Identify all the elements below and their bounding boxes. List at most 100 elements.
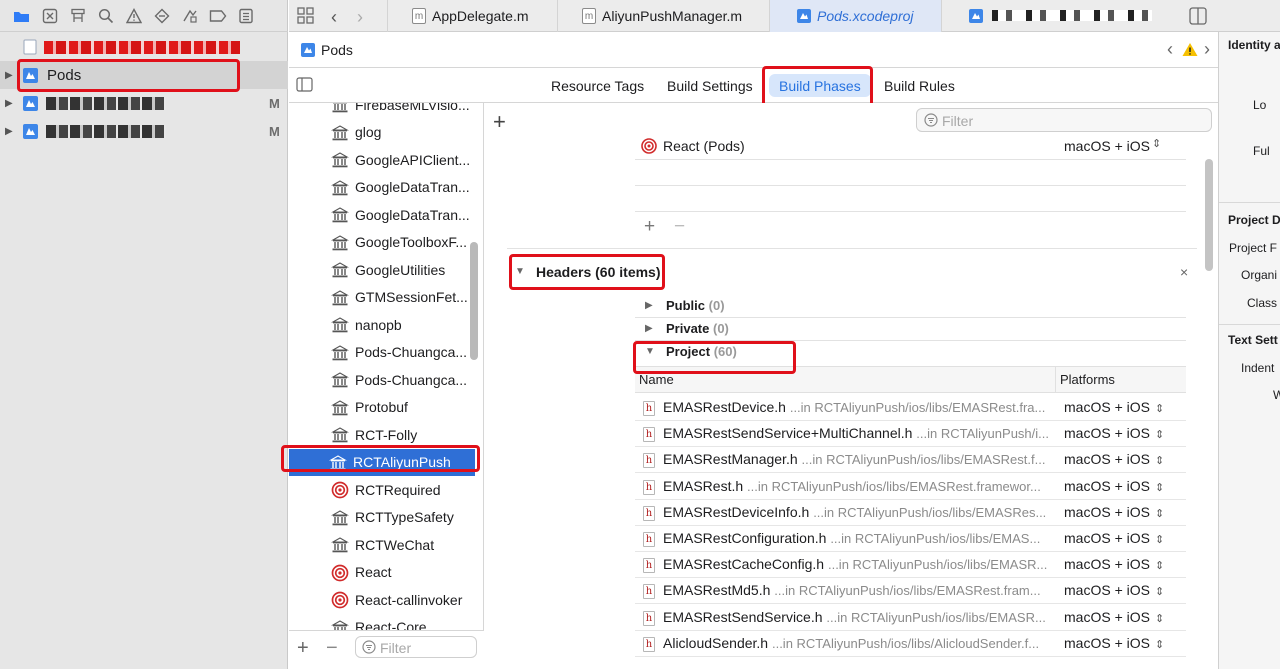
tab-build-rules[interactable]: Build Rules	[874, 74, 965, 97]
hide-targets-icon[interactable]	[296, 77, 313, 92]
report-icon[interactable]	[236, 6, 255, 25]
platform-stepper-icon[interactable]: ⇕	[1155, 508, 1164, 520]
platform-stepper-icon[interactable]: ⇕	[1155, 403, 1164, 415]
warning-icon[interactable]	[1182, 42, 1198, 57]
close-icon[interactable]: ×	[1180, 264, 1188, 280]
header-file-row[interactable]: h EMASRestSendService+MultiChannel.h ...i…	[635, 421, 1186, 448]
search-icon[interactable]	[96, 6, 115, 25]
phases-scrollbar[interactable]	[1205, 159, 1213, 271]
tab-build-phases[interactable]: Build Phases	[769, 74, 871, 97]
header-file-row[interactable]: h EMASRestDeviceInfo.h ...in RCTAliyunPus…	[635, 500, 1186, 526]
header-file-platforms[interactable]: macOS + iOS ⇕	[1064, 556, 1164, 572]
header-file-platforms[interactable]: macOS + iOS ⇕	[1064, 451, 1164, 467]
jump-bar-project[interactable]: Pods	[321, 42, 353, 58]
header-file-row[interactable]: h AlicloudSender.h ...in RCTAliyunPush/io…	[635, 631, 1186, 657]
target-row[interactable]: FirebaseMLVisio...	[289, 103, 483, 118]
targets-filter-field[interactable]: Filter	[355, 636, 477, 658]
disclosure-triangle-icon[interactable]: ▼	[645, 346, 655, 357]
tab-build-settings[interactable]: Build Settings	[657, 74, 763, 97]
target-row[interactable]: Pods-Chuangca...	[289, 366, 483, 393]
column-name[interactable]: Name	[639, 372, 674, 387]
header-file-row[interactable]: h EMASRestMd5.h ...in RCTAliyunPush/ios/l…	[635, 578, 1186, 605]
target-row[interactable]: Pods-Chuangca...	[289, 339, 483, 366]
forward-chevron-icon[interactable]: ›	[357, 7, 363, 28]
target-row[interactable]: GTMSessionFet...	[289, 284, 483, 311]
target-row[interactable]: React	[289, 559, 483, 586]
tab-aliyunpushmanager[interactable]: m AliyunPushManager.m	[557, 0, 769, 32]
column-platforms[interactable]: Platforms	[1060, 372, 1115, 387]
disclosure-triangle-icon[interactable]: ▶	[645, 300, 653, 311]
navigator-row-pods[interactable]: ▶ Pods	[0, 61, 288, 89]
tab-appdelegate[interactable]: m AppDelegate.m	[387, 0, 557, 32]
header-file-row[interactable]: h EMASRest.h ...in RCTAliyunPush/ios/libs…	[635, 474, 1186, 500]
add-target-icon[interactable]: +	[297, 637, 309, 660]
target-row[interactable]: RCTWeChat	[289, 531, 483, 558]
target-row[interactable]: glog	[289, 119, 483, 146]
add-dependency-icon[interactable]: +	[644, 216, 655, 238]
folder-icon[interactable]	[12, 6, 31, 25]
back-chevron-icon[interactable]: ‹	[331, 7, 337, 28]
header-file-platforms[interactable]: macOS + iOS ⇕	[1064, 530, 1164, 546]
target-row[interactable]: RCTRequired	[289, 476, 483, 503]
platform-stepper-icon[interactable]: ⇕	[1155, 534, 1164, 546]
platform-stepper-icon[interactable]: ⇕	[1152, 137, 1161, 150]
breakpoint-icon[interactable]	[208, 6, 227, 25]
platform-stepper-icon[interactable]: ⇕	[1155, 455, 1164, 467]
platform-stepper-icon[interactable]: ⇕	[1155, 586, 1164, 598]
next-issue-icon[interactable]: ›	[1204, 39, 1210, 60]
target-row[interactable]: GoogleUtilities	[289, 256, 483, 283]
tab-pods-xcodeproj[interactable]: Pods.xcodeproj	[769, 0, 941, 32]
header-file-row[interactable]: h EMASRestConfiguration.h ...in RCTAliyun…	[635, 526, 1186, 552]
disclosure-triangle-icon[interactable]: ▼	[515, 266, 525, 277]
navigator-row-project[interactable]: ▶ M	[0, 89, 288, 117]
remove-target-icon[interactable]: −	[326, 637, 338, 660]
header-file-row[interactable]: h EMASRestDevice.h ...in RCTAliyunPush/io…	[635, 395, 1186, 421]
targets-scrollbar[interactable]	[470, 242, 478, 360]
previous-issue-icon[interactable]: ‹	[1167, 39, 1173, 60]
grid-icon[interactable]	[297, 7, 314, 24]
target-row[interactable]: nanopb	[289, 311, 483, 338]
target-row[interactable]: Protobuf	[289, 394, 483, 421]
tab-resource-tags[interactable]: Resource Tags	[541, 74, 654, 97]
header-file-row[interactable]: h EMASRestManager.h ...in RCTAliyunPush/i…	[635, 447, 1186, 474]
dependency-platforms[interactable]: macOS + iOS	[1064, 138, 1150, 154]
platform-stepper-icon[interactable]: ⇕	[1155, 560, 1164, 572]
debug-icon[interactable]	[180, 6, 199, 25]
target-row[interactable]: GoogleDataTran...	[289, 201, 483, 228]
header-file-platforms[interactable]: macOS + iOS ⇕	[1064, 478, 1164, 494]
target-row[interactable]: GoogleAPIClient...	[289, 146, 483, 173]
target-row[interactable]: RCT-Folly	[289, 421, 483, 448]
platform-stepper-icon[interactable]: ⇕	[1155, 482, 1164, 494]
target-row[interactable]: GoogleToolboxF...	[289, 229, 483, 256]
hierarchy-icon[interactable]	[68, 6, 87, 25]
disclosure-triangle-icon[interactable]: ▶	[5, 70, 13, 81]
header-file-row[interactable]: h EMASRestSendService.h ...in RCTAliyunPu…	[635, 605, 1186, 631]
navigator-row-project[interactable]: ▶ M	[0, 117, 288, 145]
platform-stepper-icon[interactable]: ⇕	[1155, 613, 1164, 625]
tab-redacted[interactable]	[941, 0, 1169, 32]
phase-filter-field[interactable]: Filter	[916, 108, 1212, 132]
navigator-row-redacted[interactable]	[0, 33, 288, 61]
disclosure-triangle-icon[interactable]: ▶	[5, 126, 13, 137]
remove-dependency-icon[interactable]: −	[674, 216, 685, 238]
target-row[interactable]: React-Core	[289, 614, 483, 630]
header-file-platforms[interactable]: macOS + iOS ⇕	[1064, 635, 1164, 651]
target-row[interactable]: React-callinvoker	[289, 586, 483, 613]
disclosure-triangle-icon[interactable]: ▶	[5, 98, 13, 109]
source-control-icon[interactable]	[40, 6, 59, 25]
header-file-row[interactable]: h EMASRestCacheConfig.h ...in RCTAliyunPu…	[635, 552, 1186, 579]
platform-stepper-icon[interactable]: ⇕	[1155, 639, 1164, 651]
header-file-platforms[interactable]: macOS + iOS ⇕	[1064, 399, 1164, 415]
warning-icon[interactable]	[124, 6, 143, 25]
header-file-platforms[interactable]: macOS + iOS ⇕	[1064, 609, 1164, 625]
platform-stepper-icon[interactable]: ⇕	[1155, 429, 1164, 441]
disclosure-triangle-icon[interactable]: ▶	[645, 323, 653, 334]
add-phase-icon[interactable]: +	[493, 109, 506, 135]
add-editor-icon[interactable]	[1189, 7, 1207, 25]
header-file-platforms[interactable]: macOS + iOS ⇕	[1064, 425, 1164, 441]
target-row[interactable]: GoogleDataTran...	[289, 174, 483, 201]
test-diamond-icon[interactable]	[152, 6, 171, 25]
header-file-platforms[interactable]: macOS + iOS ⇕	[1064, 504, 1164, 520]
target-row[interactable]: RCTTypeSafety	[289, 504, 483, 531]
header-file-platforms[interactable]: macOS + iOS ⇕	[1064, 582, 1164, 598]
